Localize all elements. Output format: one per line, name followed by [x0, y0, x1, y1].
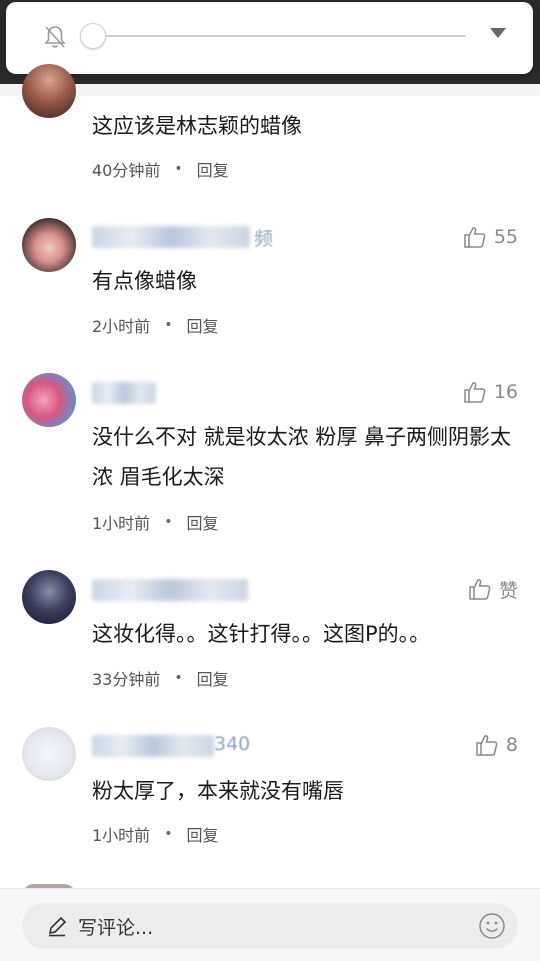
like-button[interactable]: 8 [474, 731, 518, 759]
thumbs-up-icon [469, 579, 491, 600]
like-button[interactable]: 16 [462, 378, 518, 406]
avatar[interactable] [22, 373, 76, 427]
username-blurred[interactable] [92, 735, 214, 757]
like-count: 55 [493, 226, 518, 248]
comment-meta: 1小时前 • 回复 [92, 510, 218, 534]
avatar[interactable] [22, 570, 76, 624]
volume-slider-knob[interactable] [80, 23, 106, 49]
comment-text: 粉太厚了，本来就没有嘴唇 [92, 779, 344, 803]
like-label: 赞 [498, 579, 518, 602]
reply-button[interactable]: 回复 [186, 510, 218, 534]
separator-dot: • [164, 317, 173, 333]
comment-meta: 1小时前 • 回复 [92, 822, 218, 846]
separator-dot: • [164, 514, 173, 530]
volume-slider-track[interactable] [98, 35, 466, 37]
chevron-down-icon[interactable] [490, 28, 506, 38]
separator-dot: • [174, 161, 183, 177]
comment-time: 33分钟前 [92, 670, 161, 689]
comment-meta: 2小时前 • 回复 [92, 313, 218, 337]
thumbs-up-icon [464, 227, 486, 248]
comment-placeholder: 写评论... [78, 916, 154, 939]
volume-panel [6, 2, 533, 74]
username-tail[interactable]: 340 [214, 733, 250, 755]
username-blurred[interactable] [92, 579, 248, 601]
comment-text: 这妆化得。。这针打得。。这图P的。。 [92, 622, 431, 646]
like-count: 8 [505, 734, 518, 756]
comment-meta: 40分钟前 • 回复 [92, 157, 229, 181]
like-button[interactable]: 55 [462, 223, 518, 251]
reply-button[interactable]: 回复 [197, 157, 229, 181]
thumbs-up-icon [476, 735, 498, 756]
bell-off-icon[interactable] [42, 24, 68, 50]
comment-time: 40分钟前 [92, 161, 161, 180]
reply-button[interactable]: 回复 [197, 666, 229, 690]
emoji-icon[interactable] [478, 912, 506, 940]
reply-button[interactable]: 回复 [186, 313, 218, 337]
avatar[interactable] [22, 727, 76, 781]
reply-button[interactable]: 回复 [186, 822, 218, 846]
comment-text: 没什么不对 就是妆太浓 粉厚 鼻子两侧阴影太浓 眉毛化太深 [92, 425, 512, 489]
comment-time: 1小时前 [92, 826, 151, 845]
pen-icon [48, 916, 67, 937]
separator-dot: • [164, 826, 173, 842]
username-blurred[interactable] [92, 382, 156, 404]
comment-text: 这应该是林志颖的蜡像 [92, 114, 302, 138]
username-blurred[interactable] [92, 226, 250, 248]
comment-meta: 33分钟前 • 回复 [92, 666, 229, 690]
like-button[interactable]: 赞 [467, 575, 518, 603]
separator-dot: • [174, 670, 183, 686]
thumbs-up-icon [464, 382, 486, 403]
comment-text: 有点像蜡像 [92, 269, 197, 293]
like-count: 16 [493, 381, 518, 403]
username-tail[interactable]: 频 [254, 224, 273, 251]
comment-input[interactable]: 写评论... [22, 903, 518, 949]
comment-time: 2小时前 [92, 317, 151, 336]
avatar[interactable] [22, 64, 76, 118]
avatar[interactable] [22, 218, 76, 272]
comment-time: 1小时前 [92, 514, 151, 533]
top-divider [0, 84, 540, 96]
comment-input-bar: 写评论... [0, 888, 540, 961]
